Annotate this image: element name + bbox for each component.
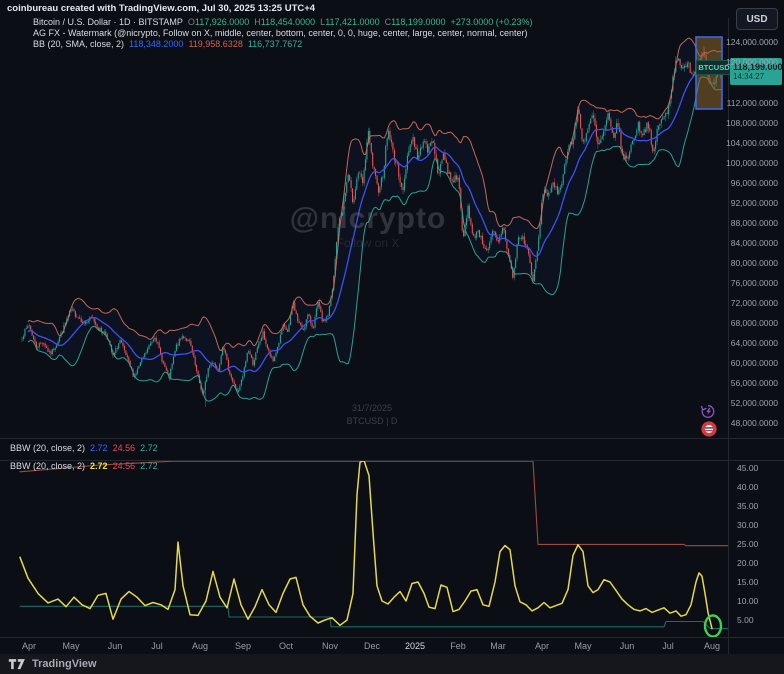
- legend-token: 2.72: [140, 461, 158, 471]
- time-tick-label: Sep: [235, 641, 251, 651]
- legend-token: 2.72: [140, 443, 158, 453]
- bbw-tick-label: 45.00: [737, 463, 758, 473]
- legend-token: BBW (20, close, 2): [10, 461, 85, 471]
- legend-token: 117,926.0000: [195, 17, 249, 27]
- price-tick-label: 68,000.0000: [731, 318, 778, 328]
- bbw-pane1-legend-row[interactable]: BBW (20, close, 2) 2.72 24.56 2.72: [10, 443, 163, 454]
- bbw-tick-label: 30.00: [737, 520, 758, 530]
- watermark-follow: Follow on X: [337, 236, 400, 250]
- time-tick-label: Apr: [22, 641, 36, 651]
- bbw-series-highest-expansion: [20, 461, 728, 546]
- bbw-tick-label: 35.00: [737, 501, 758, 511]
- legend-token: 118,199.0000: [391, 17, 445, 27]
- legend-token: 116,737.7672: [248, 39, 302, 49]
- bollinger-bands-legend-row[interactable]: BB (20, SMA, close, 2) 118,348.2000 119,95…: [33, 39, 307, 50]
- watermark-date: 31/7/2025: [352, 403, 392, 413]
- time-tick-label: 2025: [405, 641, 425, 651]
- price-tick-label: 100,000.0000: [726, 158, 778, 168]
- price-tick-label: 88,000.0000: [731, 218, 778, 228]
- export-header-title: coinbureau created with TradingView.com,…: [7, 3, 315, 14]
- legend-token: H: [254, 17, 261, 27]
- bbw-series-lowest-contraction: [20, 606, 728, 628]
- price-tick-label: 80,000.0000: [731, 258, 778, 268]
- bbw-tick-label: 20.00: [737, 558, 758, 568]
- price-tick-label: 96,000.0000: [731, 178, 778, 188]
- time-tick-label: Jun: [620, 641, 635, 651]
- legend-token: 118,454.0000: [261, 17, 315, 27]
- legend-token: 2.72: [90, 443, 108, 453]
- currency-toggle-button[interactable]: USD: [736, 8, 778, 30]
- time-tick-label: May: [574, 641, 591, 651]
- tradingview-brand-link[interactable]: TradingView: [32, 658, 97, 670]
- legend-token: BBW (20, close, 2): [10, 443, 85, 453]
- price-tick-label: 64,000.0000: [731, 338, 778, 348]
- bar-countdown: 14:34:27: [733, 72, 764, 81]
- price-tick-label: 52,000.0000: [731, 398, 778, 408]
- price-tick-label: 72,000.0000: [731, 298, 778, 308]
- legend-token: BB (20, SMA, close, 2): [33, 39, 124, 49]
- watermark-handle: @nicrypto: [290, 202, 447, 236]
- tradingview-logo-icon[interactable]: [8, 657, 26, 671]
- price-tick-label: 124,000.0000: [726, 37, 778, 47]
- legend-token: +273.0000 (+0.23%): [450, 17, 532, 27]
- time-axis-separator: [0, 637, 784, 638]
- price-axis-separator: [728, 18, 729, 654]
- price-tick-label: 56,000.0000: [731, 378, 778, 388]
- price-tick-label: 92,000.0000: [731, 198, 778, 208]
- bbw-tick-label: 40.00: [737, 482, 758, 492]
- legend-token: 119,958.6328: [188, 39, 242, 49]
- time-tick-label: Feb: [450, 641, 466, 651]
- legend-token: O: [188, 17, 195, 27]
- watermark-indicator-legend-row[interactable]: AG FX - Watermark (@nicrypto, Follow on …: [33, 28, 533, 39]
- pane-separator-1[interactable]: [0, 438, 784, 439]
- bbw-tick-label: 15.00: [737, 577, 758, 587]
- time-tick-label: Nov: [322, 641, 338, 651]
- footer-bar: TradingView: [0, 654, 784, 674]
- bbw-tick-label: 5.00: [737, 615, 754, 625]
- time-tick-label: Dec: [364, 641, 380, 651]
- pane-separator-2[interactable]: [0, 460, 784, 461]
- bbw-tick-label: 10.00: [737, 596, 758, 606]
- red-badge-icon[interactable]: [700, 420, 718, 438]
- time-tick-label: May: [62, 641, 79, 651]
- time-tick-label: Aug: [192, 641, 208, 651]
- price-tick-label: 120,000.0000: [726, 57, 778, 67]
- symbol-legend-row[interactable]: Bitcoin / U.S. Dollar · 1D · BITSTAMPO11…: [33, 17, 538, 28]
- bbw-pane2-legend-row[interactable]: BBW (20, close, 2) 2.72 24.56 2.72: [10, 461, 163, 472]
- time-tick-label: Mar: [490, 641, 506, 651]
- legend-token: Bitcoin / U.S. Dollar · 1D · BITSTAMP: [33, 17, 183, 27]
- tradingview-chart-window: coinbureau created with TradingView.com,…: [0, 0, 784, 674]
- legend-token: 24.56: [113, 443, 136, 453]
- bbw-chart-canvas[interactable]: [0, 460, 728, 637]
- price-tick-label: 76,000.0000: [731, 278, 778, 288]
- refresh-bolt-icon[interactable]: [699, 403, 717, 420]
- price-tick-label: 104,000.0000: [726, 138, 778, 148]
- time-tick-label: Jul: [662, 641, 674, 651]
- legend-token: 118,348.2000: [129, 39, 183, 49]
- time-tick-label: Aug: [704, 641, 720, 651]
- time-tick-label: Apr: [535, 641, 549, 651]
- watermark-symbol: BTCUSD | D: [347, 416, 398, 426]
- legend-token: AG FX - Watermark (@nicrypto, Follow on …: [33, 28, 528, 38]
- bbw-tick-label: 25.00: [737, 539, 758, 549]
- price-tick-label: 84,000.0000: [731, 238, 778, 248]
- price-tick-label: 112,000.0000: [727, 98, 778, 108]
- legend-token: 2.72: [90, 461, 108, 471]
- legend-token: 117,421.0000: [325, 17, 379, 27]
- price-tick-label: 60,000.0000: [731, 358, 778, 368]
- time-tick-label: Oct: [279, 641, 293, 651]
- price-tick-label: 48,000.0000: [731, 418, 778, 428]
- legend-token: 24.56: [113, 461, 136, 471]
- time-tick-label: Jun: [108, 641, 123, 651]
- price-tick-label: 108,000.0000: [726, 118, 778, 128]
- time-tick-label: Jul: [151, 641, 163, 651]
